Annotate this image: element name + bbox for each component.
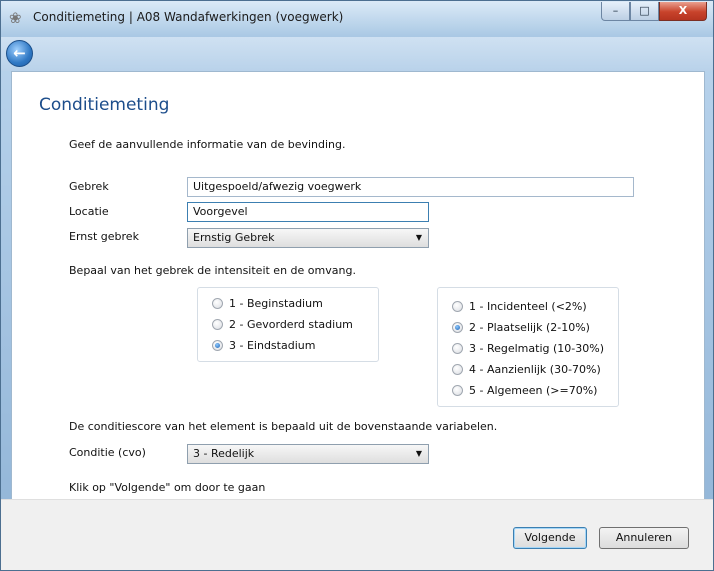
intro-text: Geef de aanvullende informatie van de be… xyxy=(69,138,346,151)
condition-label: Conditie (cvo) xyxy=(69,446,146,459)
extent-option-label: 3 - Regelmatig (10-30%) xyxy=(469,342,604,355)
extent-group: 1 - Incidenteel (<2%) 2 - Plaatselijk (2… xyxy=(437,287,619,407)
continue-hint: Klik op "Volgende" om door te gaan xyxy=(69,481,266,494)
intensity-option-label: 1 - Beginstadium xyxy=(229,297,323,310)
cancel-button[interactable]: Annuleren xyxy=(599,527,689,549)
intensity-option-3[interactable]: 3 - Eindstadium xyxy=(212,339,315,352)
extent-option-label: 4 - Aanzienlijk (30-70%) xyxy=(469,363,601,376)
ernst-select-value: Ernstig Gebrek xyxy=(193,231,275,244)
condition-note: De conditiescore van het element is bepa… xyxy=(69,420,498,433)
gebrek-field[interactable]: Uitgespoeld/afwezig voegwerk xyxy=(187,177,634,197)
extent-option-3[interactable]: 3 - Regelmatig (10-30%) xyxy=(452,342,604,355)
wizard-footer: Volgende Annuleren xyxy=(1,499,713,570)
ernst-select[interactable]: Ernstig Gebrek ▼ xyxy=(187,228,429,248)
title-bar[interactable]: ❀ Conditiemeting | A08 Wandafwerkingen (… xyxy=(1,1,713,37)
extent-option-label: 5 - Algemeen (>=70%) xyxy=(469,384,598,397)
extent-option-4[interactable]: 4 - Aanzienlijk (30-70%) xyxy=(452,363,601,376)
page-title: Conditiemeting xyxy=(39,95,170,115)
app-icon: ❀ xyxy=(9,9,22,27)
radio-icon xyxy=(452,385,463,396)
navigation-bar: ← xyxy=(1,37,713,71)
radio-icon xyxy=(452,364,463,375)
chevron-down-icon: ▼ xyxy=(415,449,422,458)
wizard-content: Conditiemeting Geef de aanvullende infor… xyxy=(11,71,705,501)
radio-icon xyxy=(212,319,223,330)
dialog-window: ❀ Conditiemeting | A08 Wandafwerkingen (… xyxy=(0,0,714,571)
back-arrow-icon[interactable]: ← xyxy=(6,40,33,67)
window-title: Conditiemeting | A08 Wandafwerkingen (vo… xyxy=(33,10,344,24)
gebrek-label: Gebrek xyxy=(69,180,109,193)
intensity-group: 1 - Beginstadium 2 - Gevorderd stadium 3… xyxy=(197,287,379,362)
intensity-instruction: Bepaal van het gebrek de intensiteit en … xyxy=(69,264,356,277)
radio-selected-icon xyxy=(212,340,223,351)
intensity-option-1[interactable]: 1 - Beginstadium xyxy=(212,297,323,310)
minimize-button[interactable]: – xyxy=(601,2,630,21)
extent-option-2[interactable]: 2 - Plaatselijk (2-10%) xyxy=(452,321,590,334)
window-controls: – □ X xyxy=(601,2,707,21)
next-button[interactable]: Volgende xyxy=(513,527,587,549)
intensity-option-label: 3 - Eindstadium xyxy=(229,339,316,352)
locatie-label: Locatie xyxy=(69,205,109,218)
radio-icon xyxy=(452,343,463,354)
close-button[interactable]: X xyxy=(659,2,707,21)
radio-icon xyxy=(212,298,223,309)
locatie-field[interactable]: Voorgevel xyxy=(187,202,429,222)
radio-icon xyxy=(452,301,463,312)
extent-option-5[interactable]: 5 - Algemeen (>=70%) xyxy=(452,384,597,397)
radio-selected-icon xyxy=(452,322,463,333)
intensity-option-2[interactable]: 2 - Gevorderd stadium xyxy=(212,318,353,331)
chevron-down-icon: ▼ xyxy=(415,233,422,242)
ernst-label: Ernst gebrek xyxy=(69,230,139,243)
maximize-button[interactable]: □ xyxy=(630,2,659,21)
condition-select[interactable]: 3 - Redelijk ▼ xyxy=(187,444,429,464)
extent-option-1[interactable]: 1 - Incidenteel (<2%) xyxy=(452,300,587,313)
extent-option-label: 1 - Incidenteel (<2%) xyxy=(469,300,587,313)
extent-option-label: 2 - Plaatselijk (2-10%) xyxy=(469,321,590,334)
condition-select-value: 3 - Redelijk xyxy=(193,447,255,460)
intensity-option-label: 2 - Gevorderd stadium xyxy=(229,318,353,331)
